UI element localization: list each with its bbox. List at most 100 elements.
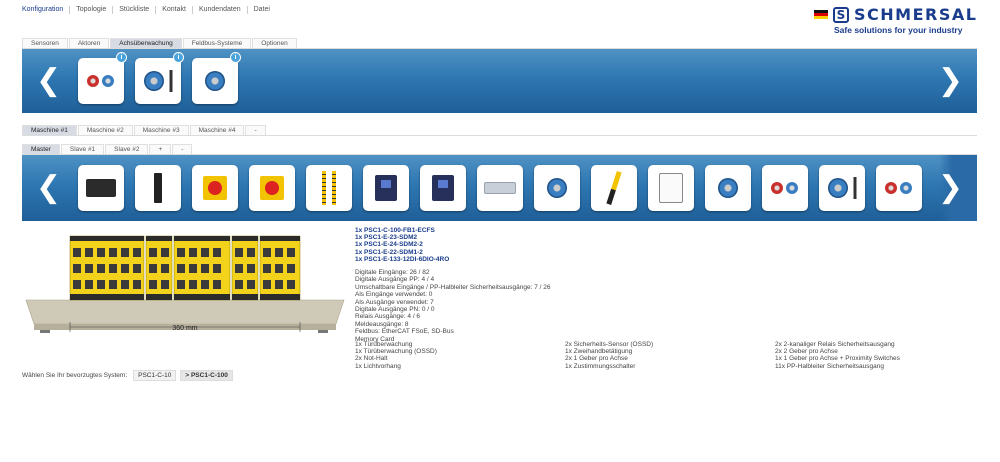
io-stat: Relais Ausgänge: 4 / 6 (355, 313, 421, 321)
mounting-plate-icon (659, 173, 683, 203)
controller-module (145, 235, 173, 301)
carousel-next-arrow-icon[interactable]: ❯ (938, 66, 963, 96)
placed-item-card[interactable] (591, 165, 637, 211)
probe-icon (853, 177, 857, 199)
placed-item-card[interactable] (306, 165, 352, 211)
controller-module (173, 235, 231, 301)
placed-item-card[interactable] (135, 165, 181, 211)
encoder-icon (828, 178, 849, 198)
encoder-icon (205, 71, 225, 91)
info-badge-icon[interactable]: i (173, 52, 184, 63)
function-item: 1x Lichtvorhang (355, 362, 401, 370)
controller-assembly-image: 360 mm (25, 235, 345, 333)
function-item: 1x Zustimmungsschalter (565, 362, 636, 370)
carousel-prev-arrow-icon[interactable]: ❮ (36, 66, 61, 96)
function-item: 2x Not-Halt (355, 355, 388, 363)
placed-item-card[interactable] (192, 165, 238, 211)
placed-item-card[interactable] (363, 165, 409, 211)
module-code: 1x PSC1-E-24-SDM2-2 (355, 241, 423, 249)
placed-prev-arrow-icon[interactable]: ❮ (36, 173, 61, 203)
placed-item-card[interactable] (477, 165, 523, 211)
placed-item-card[interactable] (762, 165, 808, 211)
module-code-list: 1x PSC1-C-100-FB1-ECFS 1x PSC1-E-23-SDM2 1… (355, 227, 449, 263)
system-selection: Wählen Sie Ihr bevorzugtes System: PSC1-… (22, 370, 237, 381)
function-item: 2x Sicherheits-Sensor (OSSD) (565, 341, 654, 348)
io-stat: Als Ausgänge verwendet: 7 (355, 298, 434, 306)
function-item: 1x Zweihandbetätigung (565, 348, 633, 356)
placed-item-card[interactable] (78, 165, 124, 211)
function-item: 2x 2 Geber pro Achse (775, 348, 838, 356)
placed-item-card[interactable] (648, 165, 694, 211)
nav-item-datei[interactable]: Datei (246, 6, 276, 14)
io-stat: Digitale Ausgänge PN: 0 / 0 (355, 306, 435, 314)
controller-module (69, 235, 145, 301)
module-code: 1x PSC1-E-133-12DI-6DIO-4RO (355, 255, 450, 263)
door-switch-icon (375, 175, 397, 201)
encoder-icon (144, 71, 165, 91)
machine-tabs-divider (22, 135, 977, 136)
io-stat: Meldeausgänge: 8 (355, 320, 409, 328)
top-navigation: Konfiguration Topologie Stückliste Kontakt K… (22, 5, 276, 15)
io-stat: Umschaltbare Eingänge / PP-Halbleiter Si… (355, 283, 551, 291)
module-code: 1x PSC1-E-22-SDM1-2 (355, 248, 423, 256)
placed-next-arrow-icon[interactable]: ❯ (938, 173, 963, 203)
nav-item-kundendaten[interactable]: Kundendaten (191, 6, 247, 14)
brand-name: SCHMERSAL (854, 5, 978, 24)
placed-item-card[interactable] (819, 165, 865, 211)
controller-module (231, 235, 259, 301)
io-stat: Als Eingänge verwendet: 0 (355, 291, 433, 299)
function-item: 1x 1 Geber pro Achse + Proximity Switche… (775, 355, 900, 363)
nav-item-kontakt[interactable]: Kontakt (155, 6, 192, 14)
placed-items-carousel: ❮ ❯ (22, 155, 977, 221)
function-item: 1x Türüberwachung (OSSD) (355, 348, 437, 356)
two-hand-control-icon (484, 182, 516, 194)
function-item: 11x PP-Halbleiter Sicherheitsausgang (775, 362, 884, 370)
encoder-red-icon (87, 75, 99, 87)
placed-item-card[interactable] (420, 165, 466, 211)
nav-item-st-ckliste[interactable]: Stückliste (112, 6, 155, 14)
placed-item-card[interactable] (249, 165, 295, 211)
io-stats-list: Digitale Eingänge: 26 / 82 Digitale Ausgä… (355, 269, 550, 343)
io-stat: Digitale Eingänge: 26 / 82 (355, 269, 430, 276)
module-code: 1x PSC1-E-23-SDM2 (355, 234, 418, 242)
system-option-psc1-c-10[interactable]: PSC1-C-10 (133, 370, 177, 381)
brand-tagline: Safe solutions for your industry (834, 25, 963, 35)
placed-item-card[interactable] (705, 165, 751, 211)
system-option-psc1-c-100[interactable]: > PSC1-C-100 (180, 370, 233, 381)
enabling-switch-icon (606, 171, 622, 205)
nav-item-konfiguration[interactable]: Konfiguration (22, 6, 69, 14)
encoder-blue-icon (102, 75, 114, 87)
placed-item-card[interactable] (534, 165, 580, 211)
controller-module (259, 235, 301, 301)
functions-column-3: 2x 2-kanaliger Relais Sicherheitsausgang… (775, 341, 900, 370)
io-stat: Feldbus: EtherCAT FSoE, SD-Bus (355, 328, 454, 336)
emergency-stop-icon (260, 176, 284, 200)
encoder-red-icon (885, 182, 897, 194)
german-flag-icon[interactable] (814, 10, 828, 19)
functions-column-2: 2x Sicherheits-Sensor (OSSD) 1x Zweihandb… (565, 341, 653, 370)
safety-sensor-icon (154, 173, 162, 203)
encoder-red-icon (771, 182, 783, 194)
encoder-icon (547, 178, 567, 198)
catalog-carousel: ❮ i i i ❯ (22, 49, 977, 113)
info-badge-icon[interactable]: i (116, 52, 127, 63)
placed-item-card[interactable] (876, 165, 922, 211)
catalog-item-card[interactable] (78, 58, 124, 104)
light-curtain-icon (322, 171, 336, 205)
door-switch-icon (432, 175, 454, 201)
rfid-sensor-icon (86, 179, 116, 197)
info-badge-icon[interactable]: i (230, 52, 241, 63)
probe-icon (169, 70, 173, 92)
function-item: 1x Türüberwachung (355, 341, 413, 348)
function-item: 2x 1 Geber pro Achse (565, 355, 628, 363)
dimension-label: 360 mm (172, 325, 197, 332)
emergency-stop-icon (203, 176, 227, 200)
io-stat: Digitale Ausgänge PP: 4 / 4 (355, 276, 435, 284)
nav-item-topologie[interactable]: Topologie (69, 6, 112, 14)
catalog-item-card[interactable] (135, 58, 181, 104)
catalog-item-card[interactable] (192, 58, 238, 104)
functions-column-1: 1x Türüberwachung 1x Türüberwachung (OSSD… (355, 341, 437, 370)
module-code: 1x PSC1-C-100-FB1-ECFS (355, 227, 435, 234)
encoder-icon (718, 178, 738, 198)
function-item: 2x 2-kanaliger Relais Sicherheitsausgang (775, 341, 895, 348)
